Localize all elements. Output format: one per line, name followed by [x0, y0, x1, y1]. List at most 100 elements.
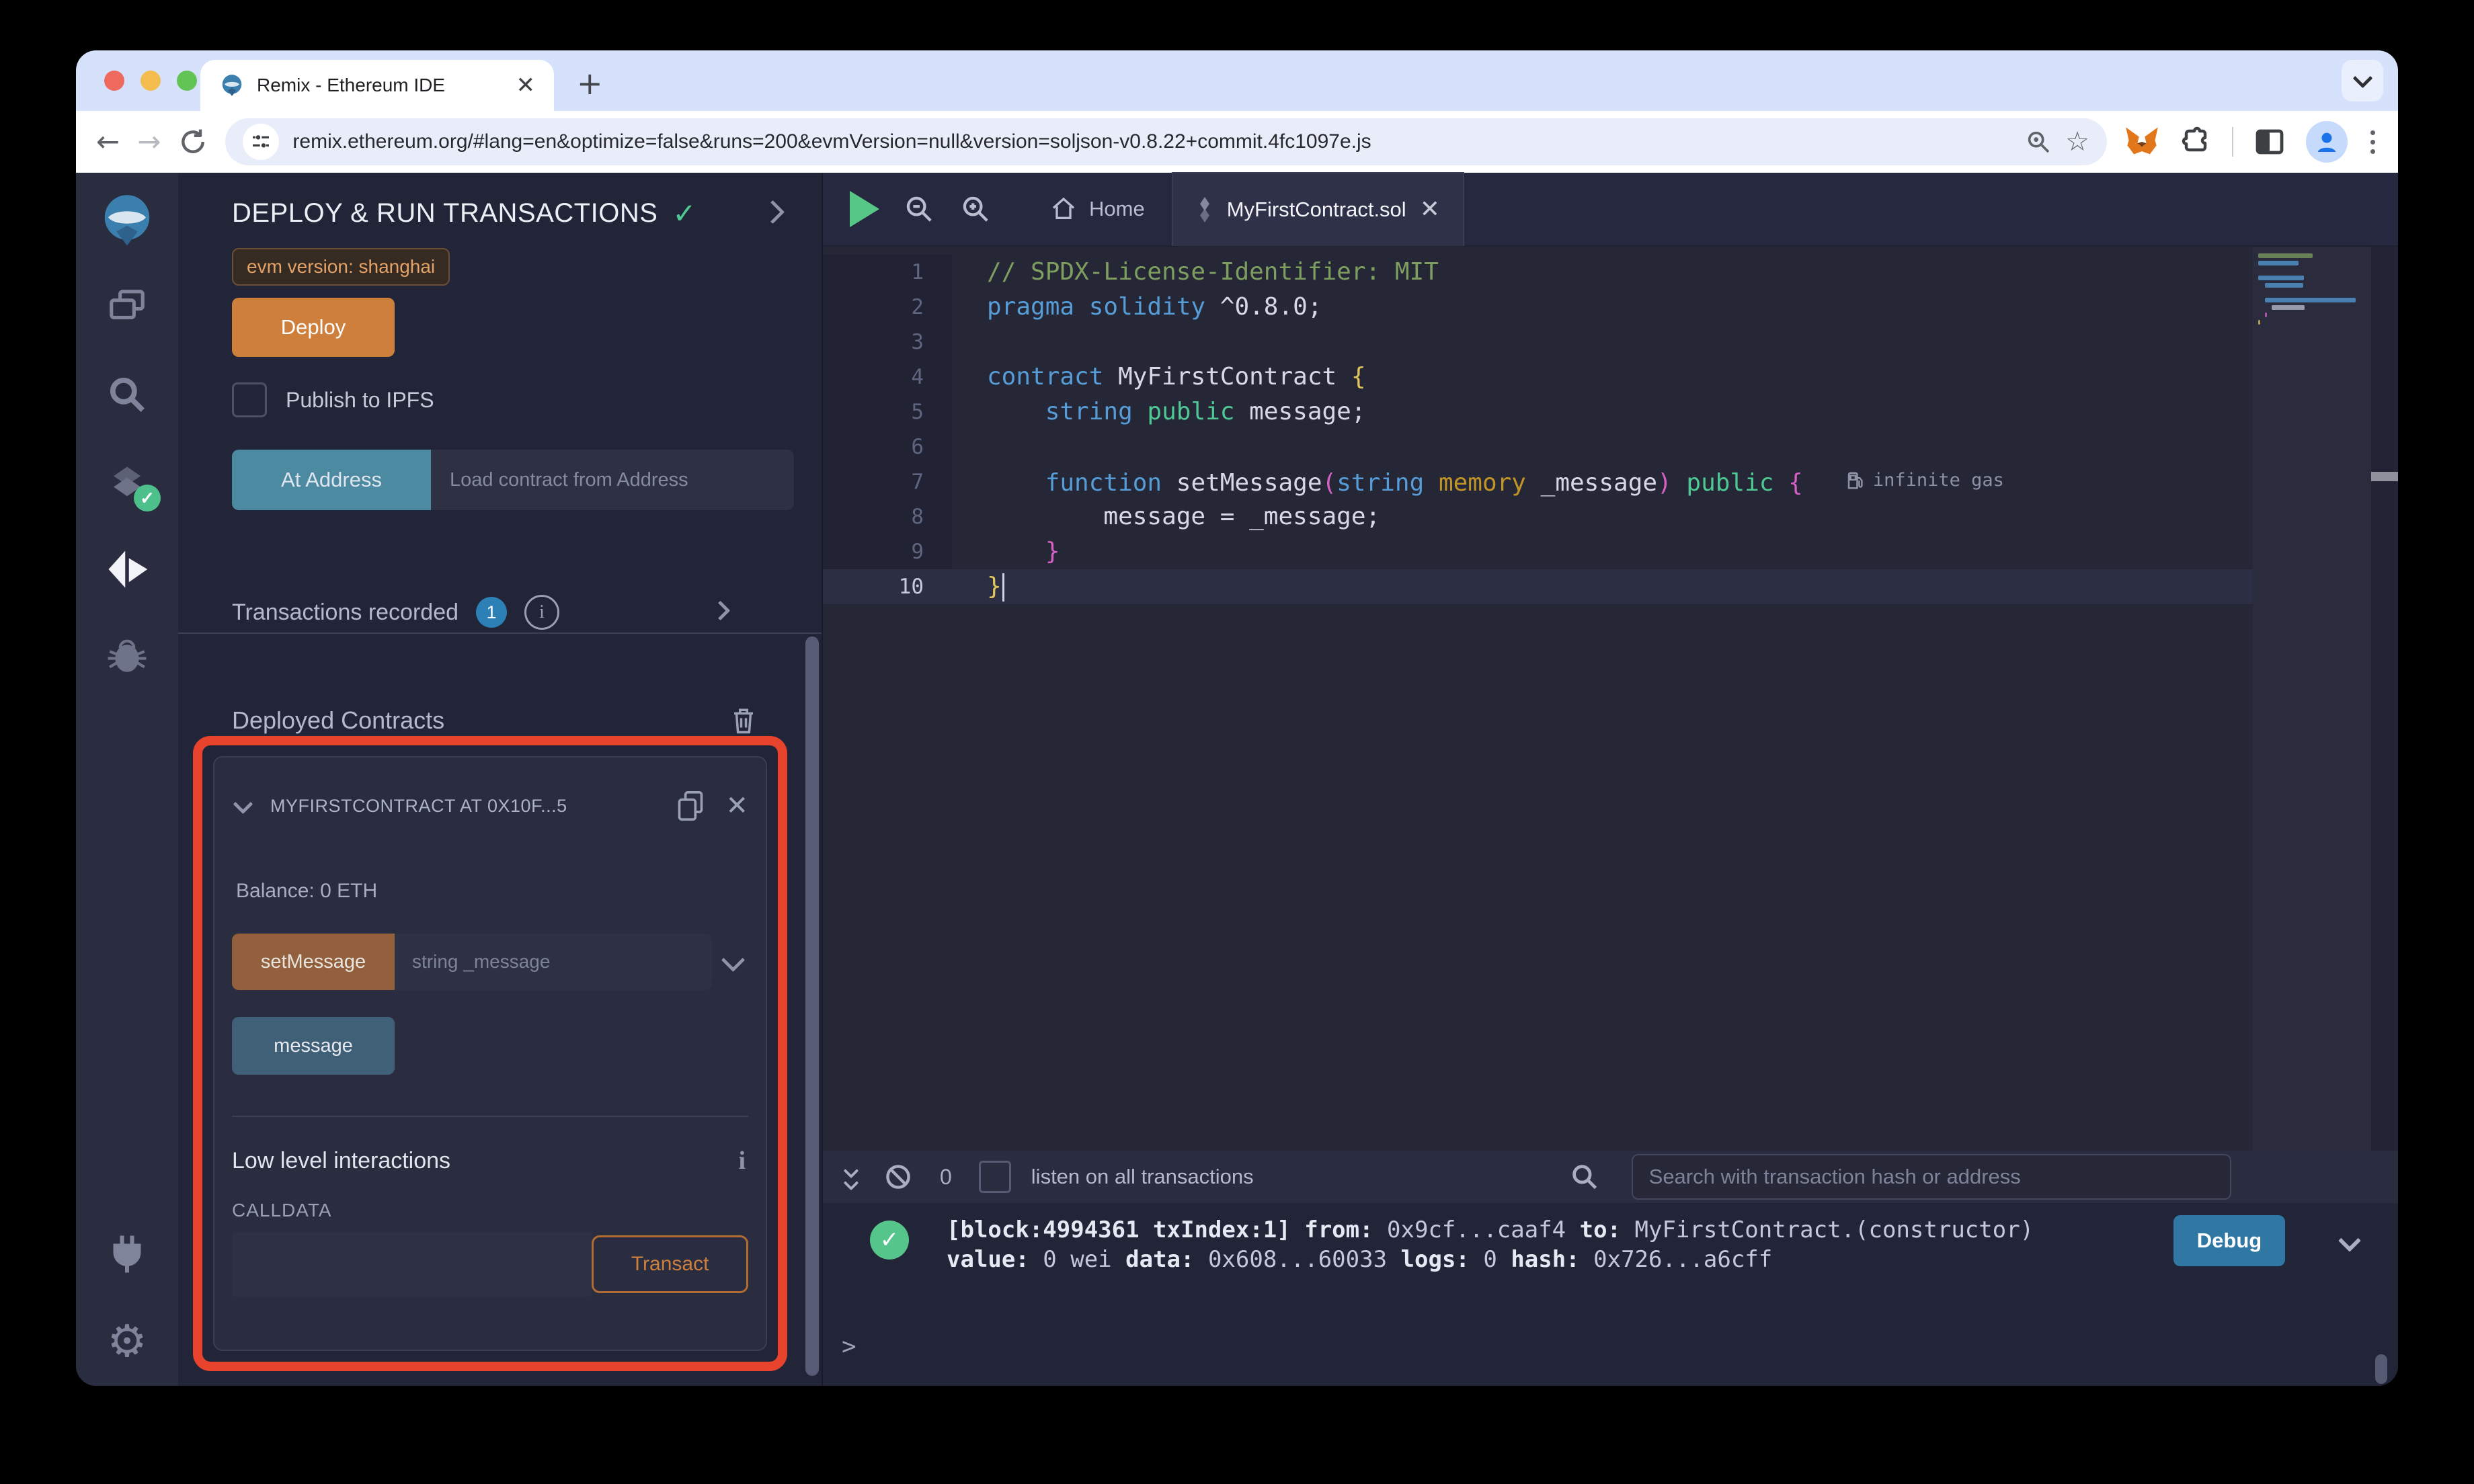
zoom-in-icon[interactable] — [960, 194, 991, 224]
code-lines: 1// SPDX-License-Identifier: MIT 2 pragma … — [823, 255, 2398, 604]
browser-tab[interactable]: Remix - Ethereum IDE ✕ — [200, 60, 554, 111]
compiled-check-icon: ✓ — [672, 197, 696, 230]
publish-ipfs-checkbox[interactable] — [232, 382, 267, 417]
message-getter-button[interactable]: message — [232, 1017, 395, 1075]
remix-icon-panel: ✓ ⚙ — [76, 173, 178, 1386]
metamask-fox-icon[interactable] — [2124, 124, 2159, 159]
editor-scroll-track[interactable] — [2371, 247, 2398, 1151]
code-line[interactable]: 8 message = _message; — [823, 499, 2398, 534]
clear-console-icon[interactable] — [883, 1162, 913, 1192]
search-icon[interactable] — [96, 364, 158, 425]
tab-title: Remix - Ethereum IDE — [257, 75, 446, 95]
editor-area: Home MyFirstContract.sol ✕ 1// SPDX-Lice… — [823, 172, 2398, 1386]
listen-all-checkbox[interactable] — [978, 1161, 1011, 1193]
sidebar-toggle-icon[interactable] — [2253, 126, 2286, 158]
code-line[interactable]: 5 string public message; — [823, 395, 2398, 429]
tx-log-line2: value: 0 wei data: 0x608...60033 logs: 0… — [947, 1246, 1773, 1273]
code-line[interactable]: 4 contract MyFirstContract { — [823, 360, 2398, 395]
close-file-tab-icon[interactable]: ✕ — [1420, 198, 1440, 222]
deploy-button[interactable]: Deploy — [232, 298, 395, 357]
contract-balance: Balance: 0 ETH — [236, 880, 378, 902]
extensions-puzzle-icon[interactable] — [2180, 126, 2212, 158]
tab-list-chevron-icon[interactable] — [2342, 60, 2383, 101]
transactions-count-badge: 1 — [476, 597, 508, 628]
zoom-out-icon[interactable] — [904, 194, 934, 224]
terminal-toolbar: 0 listen on all transactions — [823, 1151, 2398, 1203]
contract-instance-name[interactable]: MYFIRSTCONTRACT AT 0X10F...5 — [270, 796, 655, 817]
editor-minimap[interactable] — [2253, 247, 2371, 1151]
code-line[interactable]: 10} — [823, 569, 2398, 604]
terminal-scrollbar[interactable] — [2375, 1354, 2387, 1384]
code-line[interactable]: 9 } — [823, 534, 2398, 569]
remove-contract-icon[interactable]: ✕ — [725, 792, 748, 819]
set-message-button[interactable]: setMessage — [232, 934, 395, 990]
extensions-area — [2124, 121, 2378, 163]
debug-button[interactable]: Debug — [2173, 1215, 2285, 1266]
maximize-window-button[interactable] — [177, 71, 197, 91]
close-window-button[interactable] — [104, 71, 124, 91]
panel-divider — [178, 632, 822, 634]
code-editor[interactable]: 1// SPDX-License-Identifier: MIT 2 pragma … — [823, 247, 2398, 1151]
at-address-input[interactable] — [431, 450, 794, 510]
minimize-window-button[interactable] — [141, 71, 161, 91]
solidity-compiler-icon[interactable]: ✓ — [96, 451, 161, 513]
settings-gear-icon[interactable]: ⚙ — [96, 1311, 158, 1372]
new-tab-button[interactable]: + — [577, 68, 603, 99]
panel-collapse-chevron-icon[interactable] — [760, 200, 785, 224]
transactions-info-icon[interactable]: i — [524, 595, 560, 630]
zoom-page-icon[interactable] — [2025, 128, 2052, 155]
toolbar-divider — [2232, 127, 2233, 157]
tx-log-text: [block:4994361 txIndex:1] from: 0x9cf...… — [947, 1215, 2034, 1274]
run-script-play-icon[interactable] — [850, 191, 879, 227]
site-settings-icon[interactable] — [243, 124, 280, 160]
code-line[interactable]: 6 — [823, 429, 2398, 464]
transaction-log-row[interactable]: ✓ [block:4994361 txIndex:1] from: 0x9cf.… — [870, 1215, 2361, 1274]
contract-collapse-chevron-icon[interactable] — [233, 794, 253, 815]
remix-logo-icon[interactable] — [96, 189, 158, 251]
terminal-log[interactable]: ✓ [block:4994361 txIndex:1] from: 0x9cf.… — [823, 1203, 2398, 1386]
transactions-expand-chevron-icon[interactable] — [710, 600, 731, 621]
file-explorer-icon[interactable] — [96, 276, 158, 338]
tab-close-icon[interactable]: ✕ — [516, 74, 536, 97]
tx-success-icon: ✓ — [870, 1221, 909, 1260]
window-controls — [104, 71, 197, 91]
reload-button[interactable] — [178, 127, 208, 157]
code-line[interactable]: 1// SPDX-License-Identifier: MIT — [823, 255, 2398, 290]
expand-log-chevron-icon[interactable] — [2338, 1229, 2361, 1252]
remix-favicon-icon — [219, 73, 245, 98]
bookmark-star-icon[interactable]: ☆ — [2065, 126, 2089, 157]
compile-success-badge: ✓ — [134, 485, 161, 511]
deploy-and-run-icon[interactable] — [96, 538, 158, 600]
plugin-manager-icon[interactable] — [96, 1223, 158, 1285]
browser-menu-icon[interactable] — [2368, 128, 2378, 157]
transact-button[interactable]: Transact — [592, 1235, 748, 1293]
at-address-button[interactable]: At Address — [232, 450, 431, 510]
tab-home[interactable]: Home — [1050, 196, 1145, 222]
debugger-icon[interactable] — [96, 626, 158, 688]
card-divider — [232, 1116, 748, 1117]
set-message-input[interactable] — [395, 934, 712, 990]
panel-scrollbar[interactable] — [805, 636, 819, 1376]
low-level-title: Low level interactions — [232, 1147, 451, 1173]
profile-avatar[interactable] — [2306, 121, 2348, 163]
url-text[interactable]: remix.ethereum.org/#lang=en&optimize=fal… — [292, 130, 2011, 153]
expand-terminal-chevrons-icon[interactable] — [843, 1163, 859, 1191]
url-bar[interactable]: remix.ethereum.org/#lang=en&optimize=fal… — [225, 118, 2107, 165]
code-line[interactable]: 7 function setMessage(string memory _mes… — [823, 464, 2398, 499]
back-button[interactable]: ← — [96, 128, 120, 156]
tx-log-line1: [block:4994361 txIndex:1] from: 0x9cf...… — [947, 1217, 2034, 1243]
low-level-info-icon[interactable]: i — [738, 1146, 746, 1176]
clear-contracts-trash-icon[interactable] — [729, 705, 758, 736]
calldata-input[interactable] — [232, 1232, 592, 1296]
infinite-gas-annotation: infinite gas — [1846, 463, 2004, 498]
transactions-recorded-label: Transactions recorded — [232, 599, 459, 625]
copy-address-icon[interactable] — [676, 790, 705, 822]
home-tab-label: Home — [1089, 197, 1145, 220]
forward-button[interactable]: → — [137, 128, 161, 156]
code-line[interactable]: 2 pragma solidity ^0.8.0; — [823, 290, 2398, 325]
terminal-prompt[interactable]: > — [842, 1333, 856, 1360]
code-line[interactable]: 3 — [823, 325, 2398, 360]
terminal-search-input[interactable] — [1631, 1154, 2231, 1200]
expand-args-chevron-icon[interactable] — [721, 948, 746, 973]
tab-myfirstcontract[interactable]: MyFirstContract.sol ✕ — [1171, 172, 1464, 246]
